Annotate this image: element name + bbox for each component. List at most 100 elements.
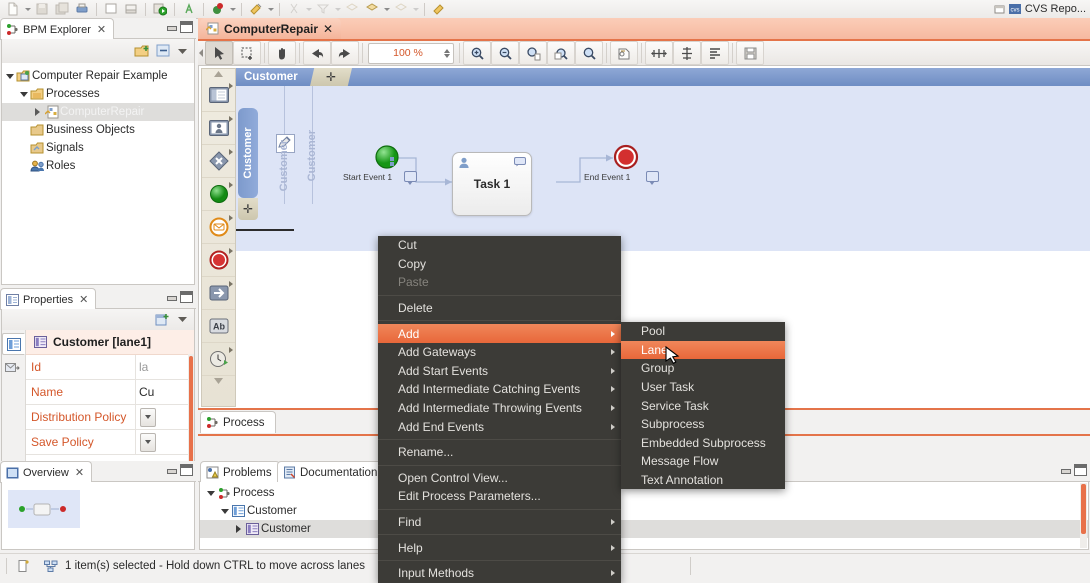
palette-lane-icon[interactable] xyxy=(202,112,235,145)
menu-item-rename[interactable]: Rename... xyxy=(378,443,621,462)
tree-twisty[interactable] xyxy=(18,85,29,103)
tree-twisty[interactable] xyxy=(4,67,15,85)
close-icon[interactable]: ✕ xyxy=(323,22,333,36)
bottomview-scrollbar[interactable] xyxy=(1080,483,1087,548)
new-section-icon[interactable] xyxy=(122,1,140,17)
zoom-width-icon[interactable] xyxy=(547,41,575,65)
pin-properties-icon[interactable] xyxy=(155,313,170,327)
pan-hand-icon[interactable] xyxy=(268,41,296,65)
maximize-icon[interactable] xyxy=(180,291,193,303)
palette-pool-icon[interactable] xyxy=(202,79,235,112)
new-page-icon[interactable] xyxy=(102,1,120,17)
property-value-cell[interactable]: Cu xyxy=(136,380,194,404)
save-all-icon[interactable] xyxy=(53,1,71,17)
sidebar-item-computer-repair-example[interactable]: Computer Repair Example xyxy=(2,67,194,85)
tree-twisty[interactable] xyxy=(233,520,244,538)
menu-item-delete[interactable]: Delete xyxy=(378,299,621,318)
menu-item-add-intermediate-catching-events[interactable]: Add Intermediate Catching Events xyxy=(378,380,621,399)
menu-item-add-end-events[interactable]: Add End Events xyxy=(378,417,621,436)
collapse-all-icon[interactable] xyxy=(156,44,171,58)
palette-start-event-icon[interactable] xyxy=(202,178,235,211)
run-config-icon[interactable] xyxy=(247,1,265,17)
menu-item-add[interactable]: Add xyxy=(378,324,621,343)
align-icon[interactable] xyxy=(701,41,729,65)
task-annotation-icon[interactable] xyxy=(514,157,526,170)
close-icon[interactable]: ✕ xyxy=(75,466,84,479)
zoom-in-icon[interactable] xyxy=(463,41,491,65)
save-image-icon[interactable] xyxy=(736,41,764,65)
properties-general-tab[interactable] xyxy=(2,333,25,355)
tree-twisty[interactable] xyxy=(205,484,216,502)
sidebar-item-processes[interactable]: Processes xyxy=(2,85,194,103)
tag2-icon[interactable] xyxy=(363,1,381,17)
distribute-vertical-icon[interactable] xyxy=(673,41,701,65)
task-node[interactable]: Task 1 xyxy=(452,152,532,216)
menu-item-text-annotation[interactable]: Text Annotation xyxy=(621,471,785,490)
tab-problems[interactable]: Problems xyxy=(200,461,280,483)
bpm-explorer-tree[interactable]: Computer Repair Example Processes Computer… xyxy=(1,63,195,285)
property-value-cell[interactable]: la xyxy=(136,355,194,379)
tree-twisty[interactable] xyxy=(18,139,29,157)
menu-item-lane[interactable]: Lane xyxy=(621,340,785,360)
print-icon[interactable] xyxy=(73,1,91,17)
menu-item-input-methods[interactable]: Input Methods xyxy=(378,564,621,583)
zoom-combo[interactable]: 100 % xyxy=(368,42,454,64)
minimize-icon[interactable] xyxy=(166,293,177,302)
maximize-icon[interactable] xyxy=(1074,464,1087,476)
sidebar-item-computerrepair[interactable]: ComputerRepair xyxy=(2,103,194,121)
chevron-down-icon[interactable] xyxy=(140,407,156,427)
distribute-horizontal-icon[interactable] xyxy=(645,41,673,65)
marquee-select-icon[interactable] xyxy=(233,41,261,65)
run-icon[interactable] xyxy=(151,1,169,17)
menu-item-embedded-subprocess[interactable]: Embedded Subprocess xyxy=(621,434,785,453)
menu-item-open-control-view[interactable]: Open Control View... xyxy=(378,469,621,488)
view-menu-icon[interactable] xyxy=(177,46,188,57)
property-row[interactable]: Name Cu xyxy=(26,380,194,405)
tab-process[interactable]: Process xyxy=(200,411,276,433)
tab-documentation[interactable]: Documentation xyxy=(277,461,386,483)
menu-item-copy[interactable]: Copy xyxy=(378,255,621,274)
menu-item-add-intermediate-throwing-events[interactable]: Add Intermediate Throwing Events xyxy=(378,399,621,418)
minimize-icon[interactable] xyxy=(166,466,177,475)
search-icon[interactable] xyxy=(180,1,198,17)
tree-twisty[interactable] xyxy=(18,121,29,139)
maximize-icon[interactable] xyxy=(180,21,193,33)
menu-item-add-start-events[interactable]: Add Start Events xyxy=(378,362,621,381)
palette-end-event-icon[interactable] xyxy=(202,244,235,277)
palette-text-annotation-icon[interactable]: Ab xyxy=(202,310,235,343)
menu-item-service-task[interactable]: Service Task xyxy=(621,396,785,415)
run-config-dropdown-icon[interactable] xyxy=(268,7,274,11)
pool-add-icon[interactable]: ✛ xyxy=(310,68,352,86)
palette-scroll-up-icon[interactable] xyxy=(202,69,235,79)
pool-body[interactable]: Customer ✛ Customer Customer Start Event… xyxy=(236,86,1090,251)
context-submenu-add[interactable]: Pool Lane Group User Task Service Task Subpro… xyxy=(621,322,785,490)
property-row[interactable]: Save Policy xyxy=(26,430,194,455)
sidebar-item-business-objects[interactable]: Business Objects xyxy=(2,121,194,139)
pool-header[interactable] xyxy=(236,68,1090,86)
end-event-annotation-icon[interactable] xyxy=(646,171,659,185)
start-event-annotation-icon[interactable] xyxy=(404,171,417,185)
minimize-icon[interactable] xyxy=(1060,466,1071,475)
tag2-dropdown-icon[interactable] xyxy=(384,7,390,11)
menu-item-pool[interactable]: Pool xyxy=(621,322,785,341)
menu-item-find[interactable]: Find xyxy=(378,513,621,532)
zoom-out-icon[interactable] xyxy=(491,41,519,65)
close-icon[interactable]: ✕ xyxy=(79,293,88,306)
property-value-cell[interactable] xyxy=(136,430,194,454)
outline-item-customer[interactable]: Customer xyxy=(200,520,1088,538)
property-value-cell[interactable] xyxy=(136,405,194,429)
context-menu[interactable]: Cut Copy Paste Delete Add Add Gateways Add Sta… xyxy=(378,236,621,583)
external-tools-icon[interactable] xyxy=(430,1,448,17)
process-outline-tree[interactable]: Process Customer Customer xyxy=(200,482,1088,538)
palette-scroll-down-icon[interactable] xyxy=(202,376,235,386)
select-arrow-icon[interactable] xyxy=(205,41,233,65)
new-icon[interactable] xyxy=(4,1,22,17)
outline-item-customer[interactable]: Customer xyxy=(200,502,1088,520)
menu-item-edit-process-parameters[interactable]: Edit Process Parameters... xyxy=(378,487,621,506)
toolbar-overflow-left-icon[interactable] xyxy=(198,49,205,57)
debug-icon[interactable] xyxy=(209,1,227,17)
sidebar-item-roles[interactable]: Roles xyxy=(2,157,194,175)
redo-arrow-icon[interactable] xyxy=(331,41,359,65)
tab-computer-repair[interactable]: ComputerRepair ✕ xyxy=(200,18,342,39)
close-icon[interactable]: ✕ xyxy=(97,23,106,36)
